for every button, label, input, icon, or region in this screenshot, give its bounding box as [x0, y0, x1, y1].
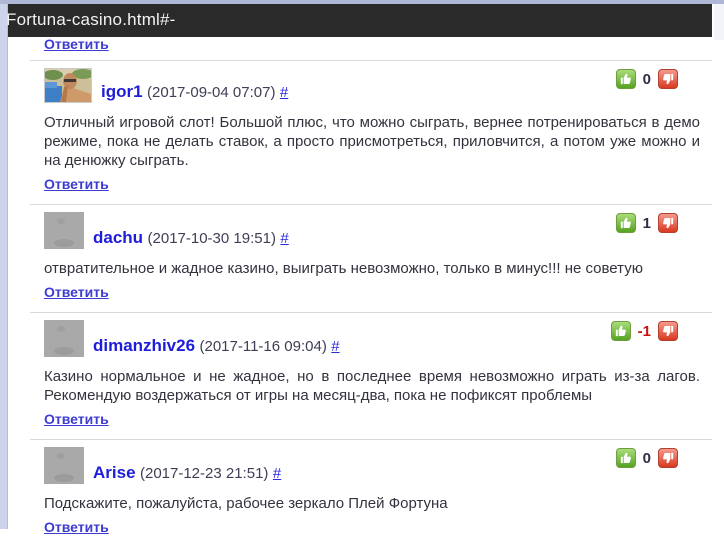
vote-count: 0: [643, 450, 651, 467]
comment: Arise (2017-12-23 21:51) # 0 Подскажите,: [30, 439, 712, 547]
thumbs-up-icon: [619, 216, 633, 230]
comments-section: Ответить: [30, 36, 712, 547]
default-avatar: [44, 212, 84, 249]
comment-text: отвратительное и жадное казино, выиграть…: [44, 259, 700, 278]
thumbs-down-button[interactable]: [658, 213, 678, 233]
comment: igor1 (2017-09-04 07:07) # 0 Отличный иг: [30, 60, 712, 204]
reply-link[interactable]: Ответить: [44, 519, 109, 535]
author-line: dachu (2017-10-30 19:51) #: [93, 228, 289, 248]
default-avatar: [44, 447, 84, 484]
permalink-link[interactable]: #: [273, 465, 281, 482]
thumbs-up-button[interactable]: [616, 213, 636, 233]
author-line: igor1 (2017-09-04 07:07) #: [101, 82, 288, 102]
comment: dachu (2017-10-30 19:51) # 1 отвратитель: [30, 204, 712, 312]
thumbs-down-icon: [661, 72, 675, 86]
vote-count: 0: [643, 71, 651, 88]
comment-header: dimanzhiv26 (2017-11-16 09:04) # -1: [44, 320, 700, 357]
comment-timestamp: (2017-09-04 07:07): [147, 84, 275, 101]
comment-timestamp: (2017-11-16 09:04): [200, 338, 327, 355]
comment-list: igor1 (2017-09-04 07:07) # 0 Отличный иг: [30, 60, 712, 547]
comment-timestamp: (2017-12-23 21:51): [140, 465, 268, 482]
thumbs-down-icon: [661, 451, 675, 465]
comment-header: dachu (2017-10-30 19:51) # 1: [44, 212, 700, 249]
comment-text: Отличный игровой слот! Большой плюс, что…: [44, 113, 700, 170]
rating-widget: 0: [616, 69, 678, 89]
permalink-link[interactable]: #: [280, 230, 288, 247]
thumbs-up-icon: [619, 451, 633, 465]
window-top-edge: [0, 0, 724, 4]
permalink-link[interactable]: #: [331, 338, 339, 355]
comment-header: igor1 (2017-09-04 07:07) # 0: [44, 68, 700, 103]
thumbs-up-icon: [619, 72, 633, 86]
rating-widget: -1: [611, 321, 678, 341]
reply-link[interactable]: Ответить: [44, 284, 109, 300]
avatar: [44, 68, 92, 103]
browser-title-bar: Fortuna-casino.html#-: [8, 3, 712, 37]
username-link[interactable]: igor1: [101, 82, 143, 101]
reply-link[interactable]: Ответить: [44, 36, 109, 52]
thumbs-down-button[interactable]: [658, 448, 678, 468]
rating-widget: 0: [616, 448, 678, 468]
thumbs-down-button[interactable]: [658, 69, 678, 89]
comment-text: Казино нормальное и не жадное, но в посл…: [44, 367, 700, 405]
vote-count: 1: [643, 215, 651, 232]
reply-link[interactable]: Ответить: [44, 176, 109, 192]
window-left-edge: [0, 0, 8, 529]
author-line: Arise (2017-12-23 21:51) #: [93, 463, 281, 483]
username-link[interactable]: dachu: [93, 228, 143, 247]
thumbs-up-button[interactable]: [616, 69, 636, 89]
permalink-link[interactable]: #: [280, 84, 288, 101]
reply-link[interactable]: Ответить: [44, 411, 109, 427]
page-title: Fortuna-casino.html#-: [6, 10, 176, 30]
thumbs-down-icon: [661, 324, 675, 338]
comment-timestamp: (2017-10-30 19:51): [148, 230, 276, 247]
vote-count: -1: [638, 323, 651, 340]
default-avatar: [44, 320, 84, 357]
username-link[interactable]: dimanzhiv26: [93, 336, 195, 355]
thumbs-up-button[interactable]: [611, 321, 631, 341]
author-line: dimanzhiv26 (2017-11-16 09:04) #: [93, 336, 340, 356]
username-link[interactable]: Arise: [93, 463, 136, 482]
thumbs-up-button[interactable]: [616, 448, 636, 468]
thumbs-up-icon: [614, 324, 628, 338]
comment-header: Arise (2017-12-23 21:51) # 0: [44, 447, 700, 484]
window-right-edge: [714, 0, 724, 40]
comment-text: Подскажите, пожалуйста, рабочее зеркало …: [44, 494, 700, 513]
comment: dimanzhiv26 (2017-11-16 09:04) # -1 Кази: [30, 312, 712, 439]
thumbs-down-icon: [661, 216, 675, 230]
thumbs-down-button[interactable]: [658, 321, 678, 341]
rating-widget: 1: [616, 213, 678, 233]
